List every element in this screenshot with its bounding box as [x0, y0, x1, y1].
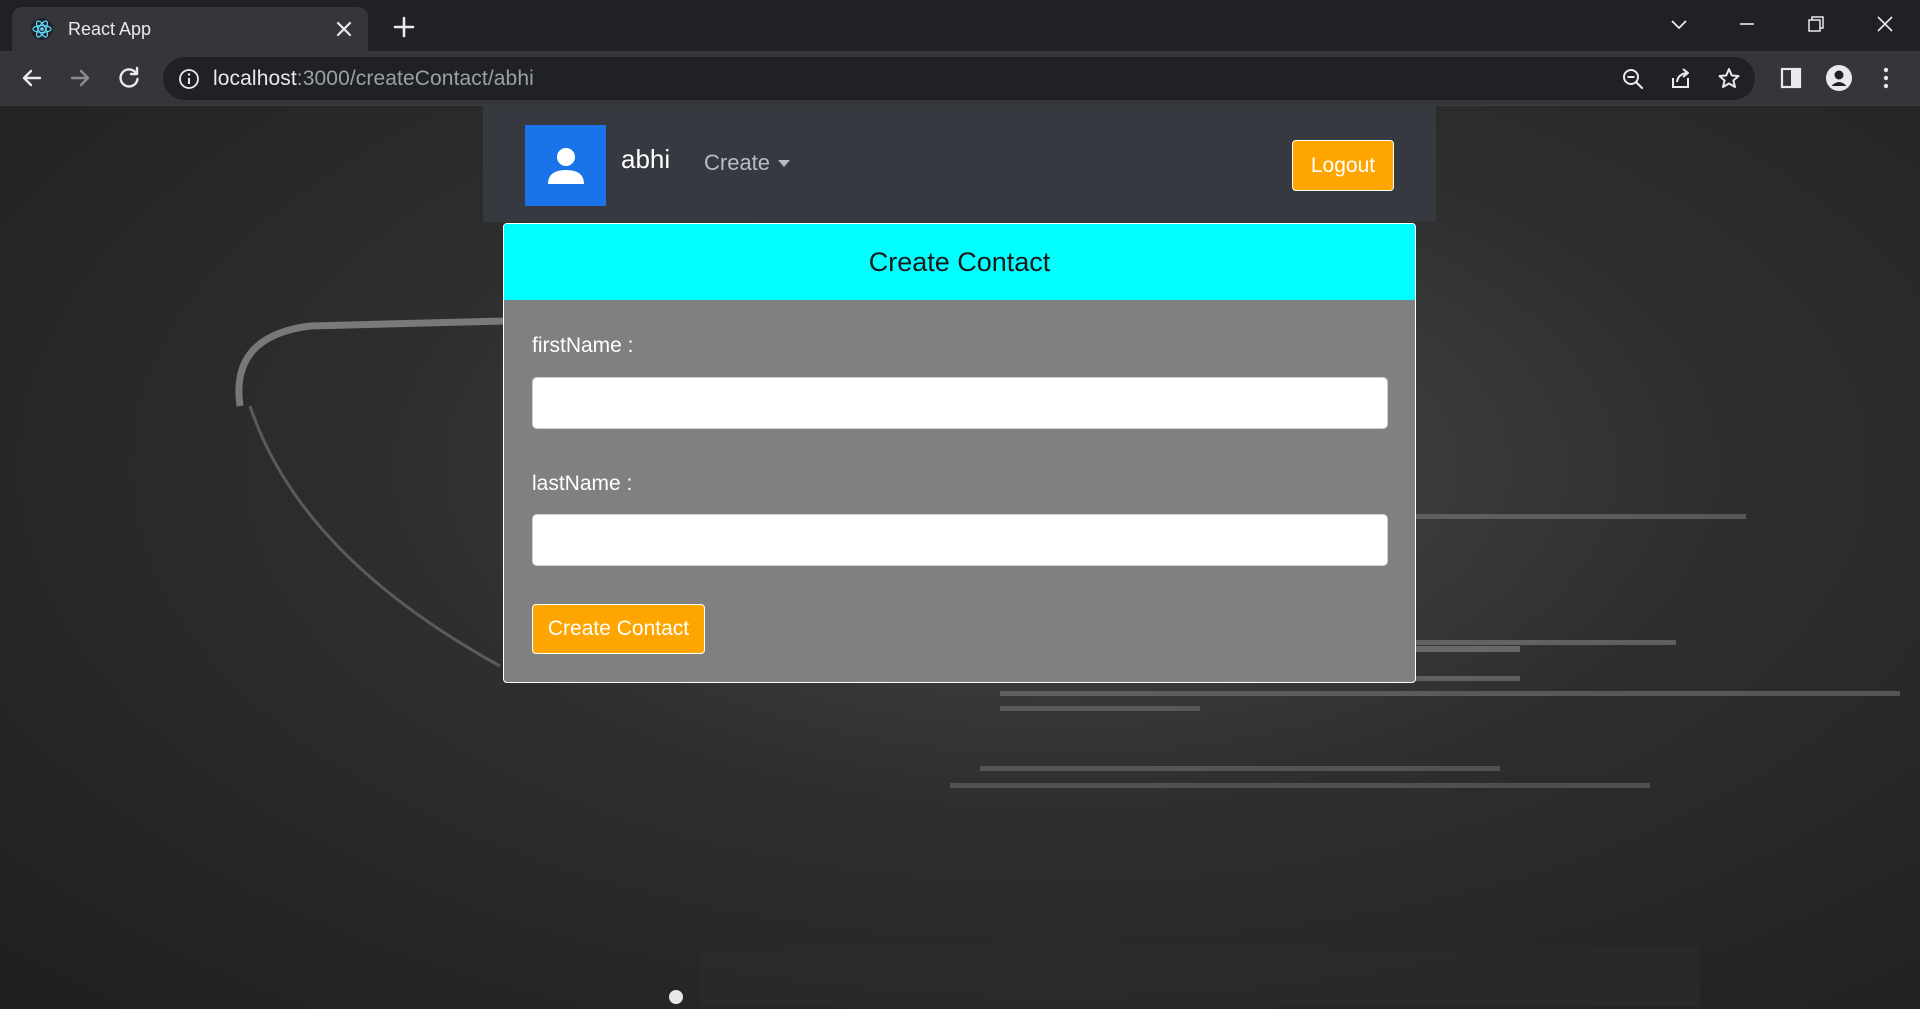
tab-title: React App [68, 18, 152, 39]
back-arrow-icon[interactable] [18, 64, 46, 92]
new-tab-icon[interactable] [390, 13, 418, 41]
logout-button[interactable]: Logout [1292, 140, 1394, 191]
close-window-icon[interactable] [1871, 10, 1899, 38]
reload-icon[interactable] [115, 64, 143, 92]
app-navbar: abhi Create Logout [483, 106, 1436, 222]
browser-menu-icon[interactable] [1872, 64, 1900, 92]
forward-arrow-icon[interactable] [66, 64, 94, 92]
react-logo-icon [31, 18, 53, 40]
first-name-input[interactable] [532, 377, 1388, 429]
restore-icon[interactable] [1802, 10, 1830, 38]
create-dropdown-label: Create [704, 150, 771, 175]
minimize-icon[interactable] [1733, 10, 1761, 38]
url-host: localhost [213, 66, 297, 90]
browser-tab[interactable]: React App [12, 7, 368, 51]
create-dropdown[interactable]: Create [704, 150, 791, 176]
address-bar[interactable]: localhost:3000/createContact/abhi [163, 57, 1755, 100]
first-name-label: firstName : [532, 334, 634, 357]
share-icon[interactable] [1667, 65, 1695, 93]
create-contact-card: Create Contact firstName : lastName : Cr… [503, 223, 1416, 683]
caret-down-icon [778, 159, 791, 167]
zoom-out-icon[interactable] [1619, 65, 1647, 93]
browser-toolbar: localhost:3000/createContact/abhi [0, 51, 1920, 106]
url-text: localhost:3000/createContact/abhi [213, 67, 534, 91]
browser-tab-strip: React App [0, 0, 1920, 51]
card-header: Create Contact [504, 224, 1415, 300]
tab-search-chevron-icon[interactable] [1665, 10, 1693, 38]
page-viewport: abhi Create Logout Create Contact firstN… [0, 106, 1920, 1009]
last-name-label: lastName : [532, 472, 633, 495]
profile-avatar-icon[interactable] [1825, 64, 1853, 92]
bookmark-star-icon[interactable] [1715, 65, 1743, 93]
close-tab-icon[interactable] [334, 19, 354, 39]
username: abhi [621, 144, 671, 174]
avatar [525, 125, 606, 206]
user-icon [547, 147, 584, 184]
last-name-input[interactable] [532, 514, 1388, 566]
card-title: Create Contact [868, 246, 1051, 277]
create-contact-button[interactable]: Create Contact [532, 604, 705, 654]
side-panel-icon[interactable] [1777, 64, 1805, 92]
site-info-icon[interactable] [177, 67, 201, 91]
url-path: :3000/createContact/abhi [296, 66, 534, 90]
